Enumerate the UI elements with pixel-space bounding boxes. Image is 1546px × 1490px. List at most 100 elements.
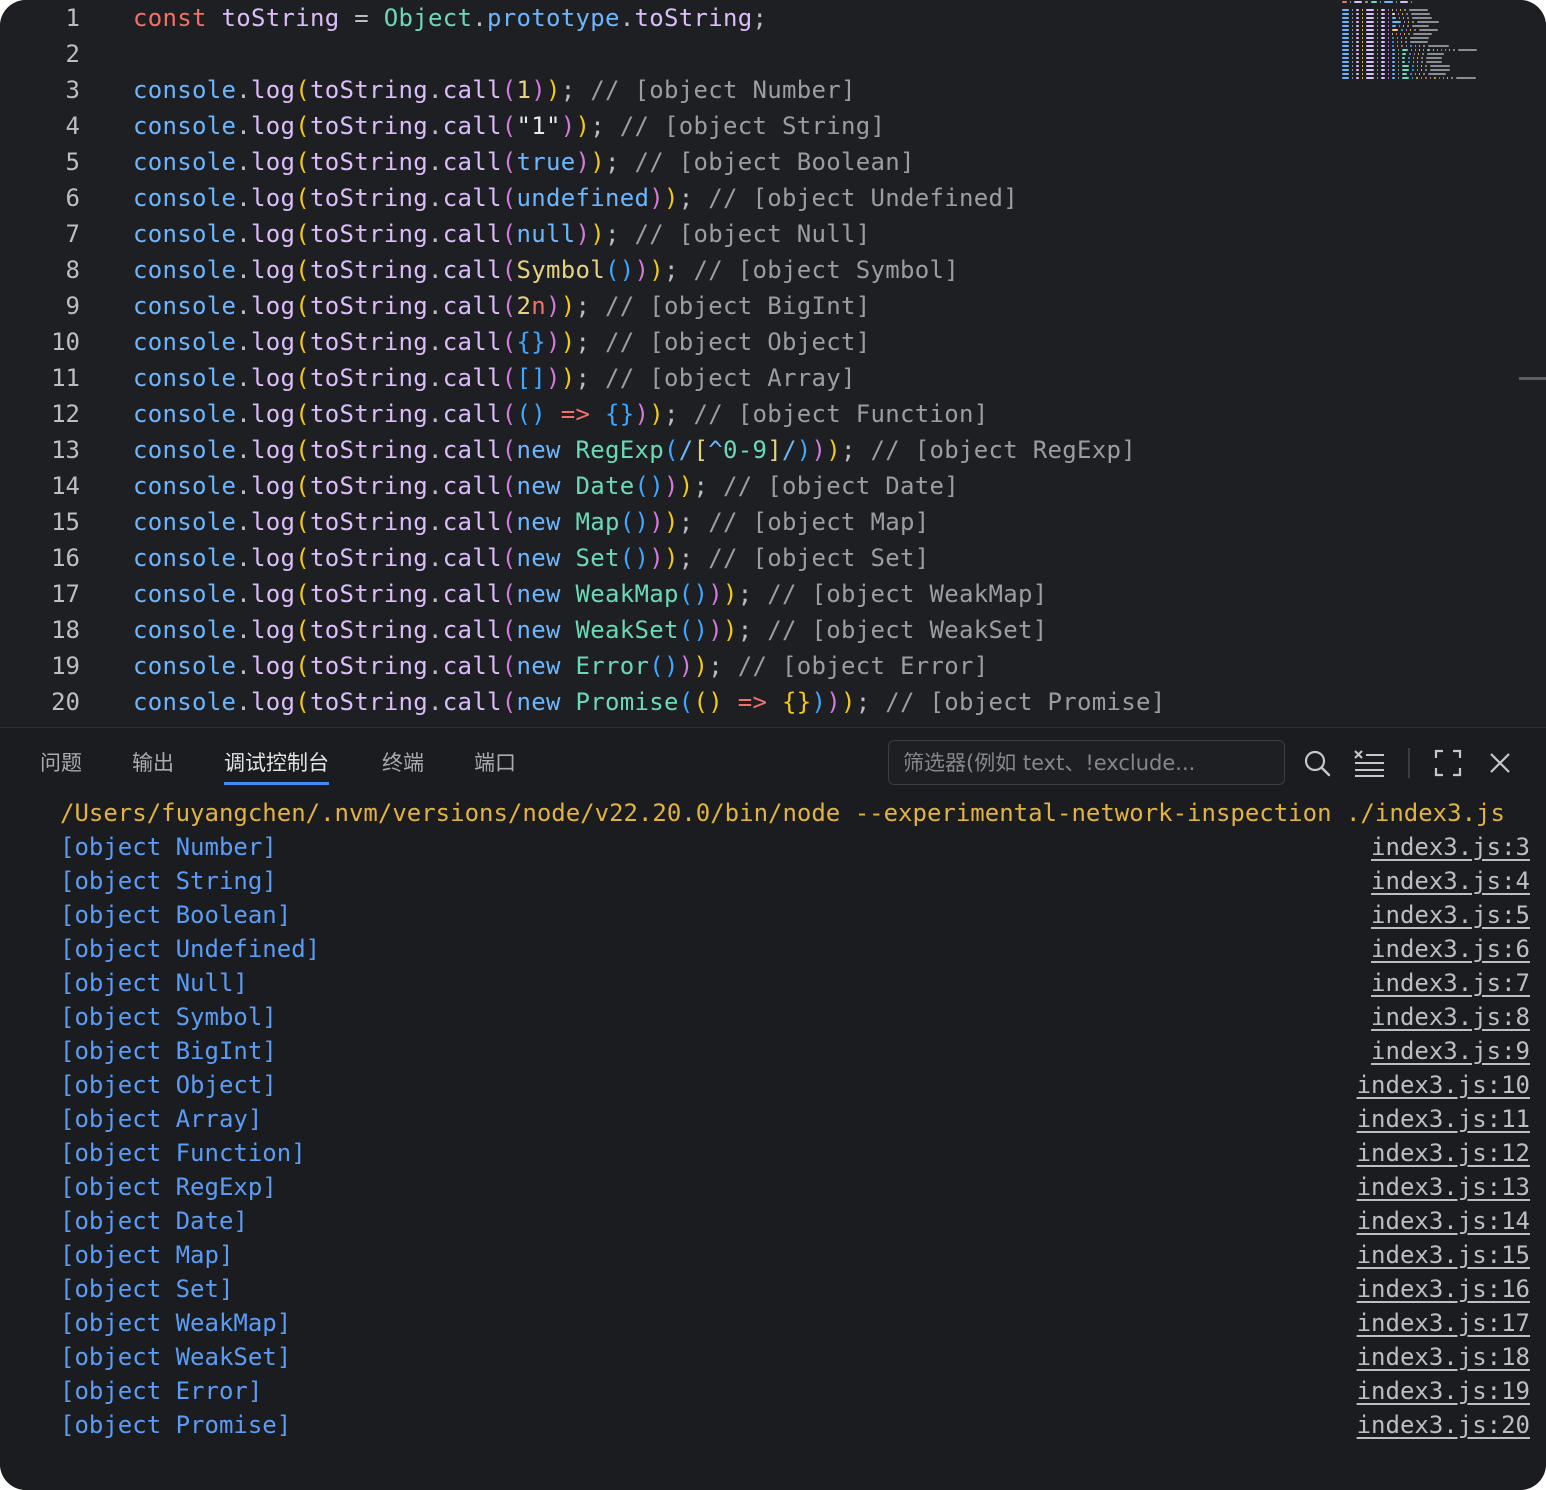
source-location-link[interactable]: index3.js:20 [1357,1410,1530,1440]
debug-console-output[interactable]: /Users/fuyangchen/.nvm/versions/node/v22… [0,798,1546,1478]
source-location-link[interactable]: index3.js:12 [1357,1138,1530,1168]
code-token: const [133,4,207,32]
code-line[interactable]: 12 console.log(toString.call(() => {})); … [0,396,1340,432]
code-line[interactable]: 16 console.log(toString.call(new Set()));… [0,540,1340,576]
console-row[interactable]: [object WeakSet] index3.js:18 [0,1342,1546,1376]
console-row[interactable]: [object Number] index3.js:3 [0,832,1546,866]
console-row[interactable]: [object Promise] index3.js:20 [0,1410,1546,1444]
console-output-text: [object Error] [60,1377,263,1405]
code-line[interactable]: 1 const toString = Object.prototype.toStr… [0,0,1340,36]
source-location-link[interactable]: index3.js:13 [1357,1172,1530,1202]
code-line[interactable]: 6 console.log(toString.call(undefined)); … [0,180,1340,216]
tab-terminal[interactable]: 终端 [382,748,424,782]
source-location-link[interactable]: index3.js:17 [1357,1308,1530,1338]
minimap-segment [1398,49,1399,51]
code-text: console.log(toString.call(new Set())); /… [133,540,930,576]
console-filter-input[interactable] [888,740,1285,785]
console-row[interactable]: [object Object] index3.js:10 [0,1070,1546,1104]
line-number: 13 [51,436,80,464]
minimap-segment [1352,37,1353,39]
code-token: console [133,688,237,716]
minimap-segment [1342,9,1349,11]
code-line[interactable]: 13 console.log(toString.call(new RegExp(/… [0,432,1340,468]
minimap-segment [1366,41,1374,43]
code-line[interactable]: 8 console.log(toString.call(Symbol())); /… [0,252,1340,288]
minimap-segment [1388,37,1389,39]
tab-problems[interactable]: 问题 [40,748,82,782]
source-location-link[interactable]: index3.js:16 [1357,1274,1530,1304]
code-token: ( [295,436,310,464]
console-row[interactable]: [object Error] index3.js:19 [0,1376,1546,1410]
close-panel-icon[interactable] [1483,746,1517,780]
console-row[interactable]: [object RegExp] index3.js:13 [0,1172,1546,1206]
source-location-link[interactable]: index3.js:8 [1371,1002,1530,1032]
source-location-link[interactable]: index3.js:14 [1357,1206,1530,1236]
maximize-panel-icon[interactable] [1431,746,1465,780]
minimap-segment [1423,49,1424,51]
source-location-link[interactable]: index3.js:19 [1357,1376,1530,1406]
code-editor[interactable]: 1 const toString = Object.prototype.toStr… [0,0,1546,727]
code-line[interactable]: 5 console.log(toString.call(true)); // [o… [0,144,1340,180]
minimap-segment [1342,65,1349,67]
code-token: . [236,544,251,572]
minimap[interactable] [1342,0,1522,82]
source-location-link[interactable]: index3.js:4 [1371,866,1530,896]
line-number: 9 [65,292,80,320]
source-location-link[interactable]: index3.js:3 [1371,832,1530,862]
code-token: RegExp [575,436,664,464]
code-token: . [428,616,443,644]
minimap-segment [1426,57,1442,59]
minimap-segment [1439,77,1440,79]
code-line[interactable]: 10 console.log(toString.call({})); // [ob… [0,324,1340,360]
console-row[interactable]: [object Function] index3.js:12 [0,1138,1546,1172]
source-location-link[interactable]: index3.js:7 [1371,968,1530,998]
source-location-link[interactable]: index3.js:9 [1371,1036,1530,1066]
code-token: call [442,328,502,356]
tab-output[interactable]: 输出 [132,748,174,782]
code-token: ( [501,652,517,680]
code-line[interactable]: 17 console.log(toString.call(new WeakMap(… [0,576,1340,612]
minimap-segment [1401,45,1403,47]
code-line[interactable]: 7 console.log(toString.call(null)); // [o… [0,216,1340,252]
source-location-link[interactable]: index3.js:18 [1357,1342,1530,1372]
console-row[interactable]: [object Array] index3.js:11 [0,1104,1546,1138]
tab-ports[interactable]: 端口 [474,748,516,782]
code-line[interactable]: 20 console.log(toString.call(new Promise(… [0,684,1340,720]
code-line[interactable]: 18 console.log(toString.call(new WeakSet(… [0,612,1340,648]
code-line[interactable]: 19 console.log(toString.call(new Error())… [0,648,1340,684]
code-token: // [object Map] [708,508,930,536]
console-row[interactable]: [object Undefined] index3.js:6 [0,934,1546,968]
code-line[interactable]: 15 console.log(toString.call(new Map()));… [0,504,1340,540]
console-row[interactable]: [object Boolean] index3.js:5 [0,900,1546,934]
console-row[interactable]: [object String] index3.js:4 [0,866,1546,900]
source-location-link[interactable]: index3.js:6 [1371,934,1530,964]
search-icon[interactable] [1300,746,1334,780]
clear-console-icon[interactable] [1352,746,1386,780]
tab-debug-console[interactable]: 调试控制台 [224,748,329,785]
code-line[interactable]: 2 [0,36,1340,72]
console-row[interactable]: [object Date] index3.js:14 [0,1206,1546,1240]
console-row[interactable]: [object WeakMap] index3.js:17 [0,1308,1546,1342]
code-line[interactable]: 11 console.log(toString.call([])); // [ob… [0,360,1340,396]
source-location-link[interactable]: index3.js:15 [1357,1240,1530,1270]
console-row[interactable]: [object BigInt] index3.js:9 [0,1036,1546,1070]
code-token: toString [310,508,428,536]
minimap-segment [1400,1,1408,3]
code-token: call [442,220,502,248]
code-token: ) [575,112,591,140]
code-line[interactable]: 4 console.log(toString.call("1")); // [ob… [0,108,1340,144]
minimap-segment [1380,1,1381,3]
source-location-link[interactable]: index3.js:10 [1357,1070,1530,1100]
code-line[interactable]: 9 console.log(toString.call(2n)); // [obj… [0,288,1340,324]
console-row[interactable]: [object Set] index3.js:16 [0,1274,1546,1308]
console-row[interactable]: [object Map] index3.js:15 [0,1240,1546,1274]
line-number: 20 [51,688,80,716]
console-row[interactable]: [object Symbol] index3.js:8 [0,1002,1546,1036]
source-location-link[interactable]: index3.js:11 [1357,1104,1530,1134]
source-location-link[interactable]: index3.js:5 [1371,900,1530,930]
minimap-segment [1412,77,1413,79]
code-line[interactable]: 14 console.log(toString.call(new Date()))… [0,468,1340,504]
console-row[interactable]: [object Null] index3.js:7 [0,968,1546,1002]
code-line[interactable]: 3 console.log(toString.call(1)); // [obje… [0,72,1340,108]
scrollbar-marker[interactable] [1519,377,1546,380]
